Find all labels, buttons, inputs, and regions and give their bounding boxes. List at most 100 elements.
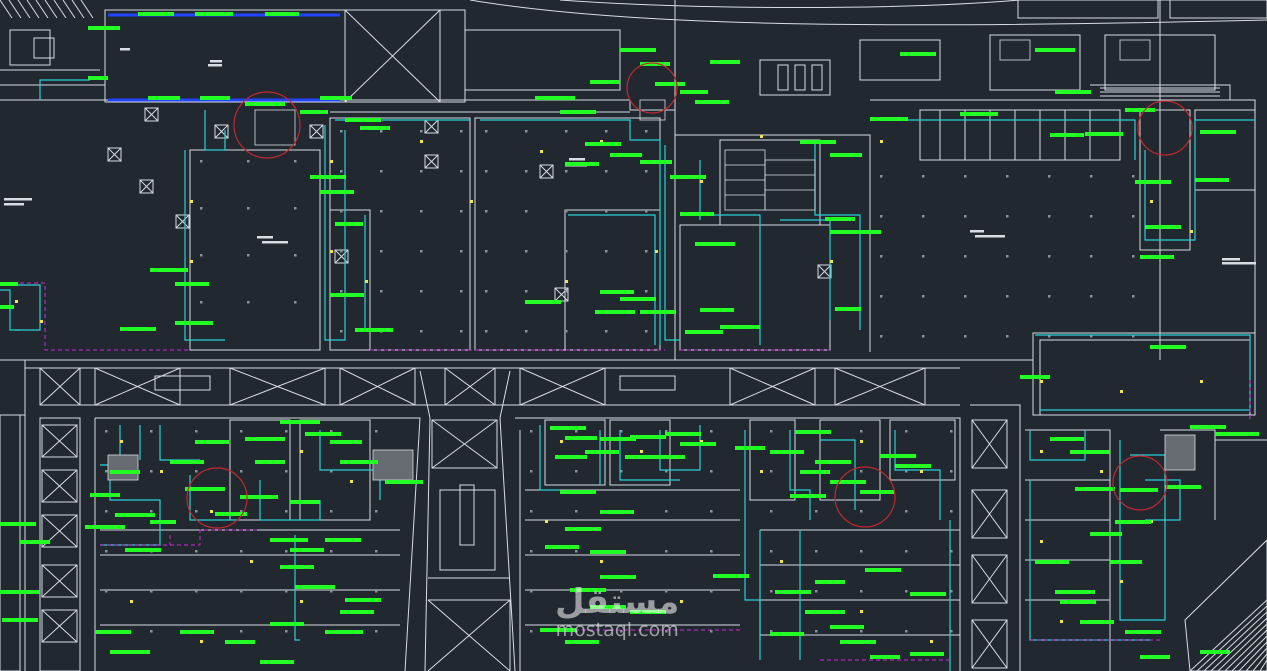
column-dot bbox=[964, 215, 967, 218]
column-dot bbox=[950, 510, 953, 513]
column-dot bbox=[294, 160, 297, 163]
light-fixture bbox=[540, 150, 543, 153]
column-dot bbox=[285, 430, 288, 433]
equipment-tag bbox=[1020, 375, 1050, 379]
equipment-tag bbox=[585, 142, 621, 146]
light-fixture bbox=[640, 450, 643, 453]
column-dot bbox=[294, 207, 297, 210]
column-dot bbox=[1006, 215, 1009, 218]
equipment-tag bbox=[870, 117, 908, 121]
equipment-tag bbox=[585, 450, 619, 454]
equipment-tag bbox=[910, 652, 944, 656]
light-fixture bbox=[1200, 380, 1203, 383]
light-fixture bbox=[1190, 230, 1193, 233]
equipment-tag bbox=[88, 76, 108, 80]
column-dot bbox=[1090, 295, 1093, 298]
column-dot bbox=[530, 590, 533, 593]
equipment-tag bbox=[600, 290, 634, 294]
light-fixture bbox=[1100, 470, 1103, 473]
light-fixture bbox=[920, 470, 923, 473]
column-dot bbox=[1006, 335, 1009, 338]
equipment-tag bbox=[0, 282, 18, 286]
column-dot bbox=[1048, 175, 1051, 178]
equipment-tag bbox=[335, 222, 363, 226]
column-dot bbox=[950, 470, 953, 473]
column-dot bbox=[240, 470, 243, 473]
equipment-tag bbox=[330, 440, 362, 444]
cad-floor-plan bbox=[0, 0, 1267, 671]
column-dot bbox=[420, 130, 423, 133]
equipment-tag bbox=[1145, 225, 1181, 229]
equipment-tag bbox=[240, 495, 278, 499]
column-dot bbox=[530, 550, 533, 553]
equipment-tag bbox=[110, 470, 140, 474]
column-dot bbox=[905, 630, 908, 633]
equipment-tag bbox=[88, 26, 120, 30]
equipment-tag bbox=[0, 522, 36, 526]
column-dot bbox=[922, 295, 925, 298]
column-dot bbox=[485, 170, 488, 173]
light-fixture bbox=[565, 280, 568, 283]
column-dot bbox=[247, 254, 250, 257]
equipment-tag bbox=[1085, 132, 1123, 136]
equipment-tag bbox=[0, 305, 14, 309]
column-dot bbox=[200, 301, 203, 304]
column-dot bbox=[815, 630, 818, 633]
equipment-tag bbox=[700, 308, 734, 312]
equipment-tag bbox=[360, 126, 390, 130]
column-dot bbox=[964, 335, 967, 338]
equipment-tag bbox=[2, 618, 38, 622]
equipment-tag bbox=[245, 437, 285, 441]
column-dot bbox=[950, 430, 953, 433]
column-dot bbox=[285, 510, 288, 513]
equipment-tag bbox=[1150, 345, 1186, 349]
equipment-tag bbox=[550, 426, 586, 430]
equipment-tag bbox=[865, 568, 901, 572]
equipment-tag bbox=[148, 96, 180, 100]
column-dot bbox=[525, 130, 528, 133]
equipment-tag bbox=[1125, 630, 1161, 634]
column-dot bbox=[294, 301, 297, 304]
column-dot bbox=[105, 470, 108, 473]
equipment-tag bbox=[1080, 620, 1114, 624]
column-dot bbox=[964, 255, 967, 258]
equipment-tag bbox=[320, 190, 354, 194]
column-dot bbox=[485, 330, 488, 333]
equipment-tag bbox=[680, 212, 714, 216]
column-dot bbox=[770, 590, 773, 593]
column-dot bbox=[525, 290, 528, 293]
column-dot bbox=[375, 590, 378, 593]
equipment-tag bbox=[600, 510, 634, 514]
column-dot bbox=[922, 255, 925, 258]
light-fixture bbox=[160, 470, 163, 473]
column-dot bbox=[240, 550, 243, 553]
column-dot bbox=[420, 290, 423, 293]
equipment-tag bbox=[665, 432, 701, 436]
column-dot bbox=[340, 290, 343, 293]
equipment-tag bbox=[713, 574, 749, 578]
column-dot bbox=[710, 470, 713, 473]
revision-marker bbox=[186, 467, 248, 529]
light-fixture bbox=[365, 280, 368, 283]
equipment-tag bbox=[640, 310, 676, 314]
column-dot bbox=[770, 550, 773, 553]
equipment-tag bbox=[565, 162, 599, 166]
equipment-tag bbox=[195, 440, 229, 444]
equipment-tag bbox=[595, 310, 635, 314]
column-dot bbox=[150, 630, 153, 633]
column-dot bbox=[105, 430, 108, 433]
equipment-tag bbox=[1195, 178, 1229, 182]
column-dot bbox=[665, 590, 668, 593]
column-dot bbox=[860, 630, 863, 633]
light-fixture bbox=[1120, 390, 1123, 393]
equipment-tag bbox=[150, 520, 176, 524]
equipment-tag bbox=[110, 650, 150, 654]
equipment-tag bbox=[280, 420, 320, 424]
column-dot bbox=[575, 430, 578, 433]
column-dot bbox=[1132, 215, 1135, 218]
column-dot bbox=[285, 550, 288, 553]
light-fixture bbox=[470, 200, 473, 203]
equipment-tag bbox=[565, 527, 601, 531]
equipment-tag bbox=[85, 525, 125, 529]
revision-marker bbox=[626, 62, 678, 114]
